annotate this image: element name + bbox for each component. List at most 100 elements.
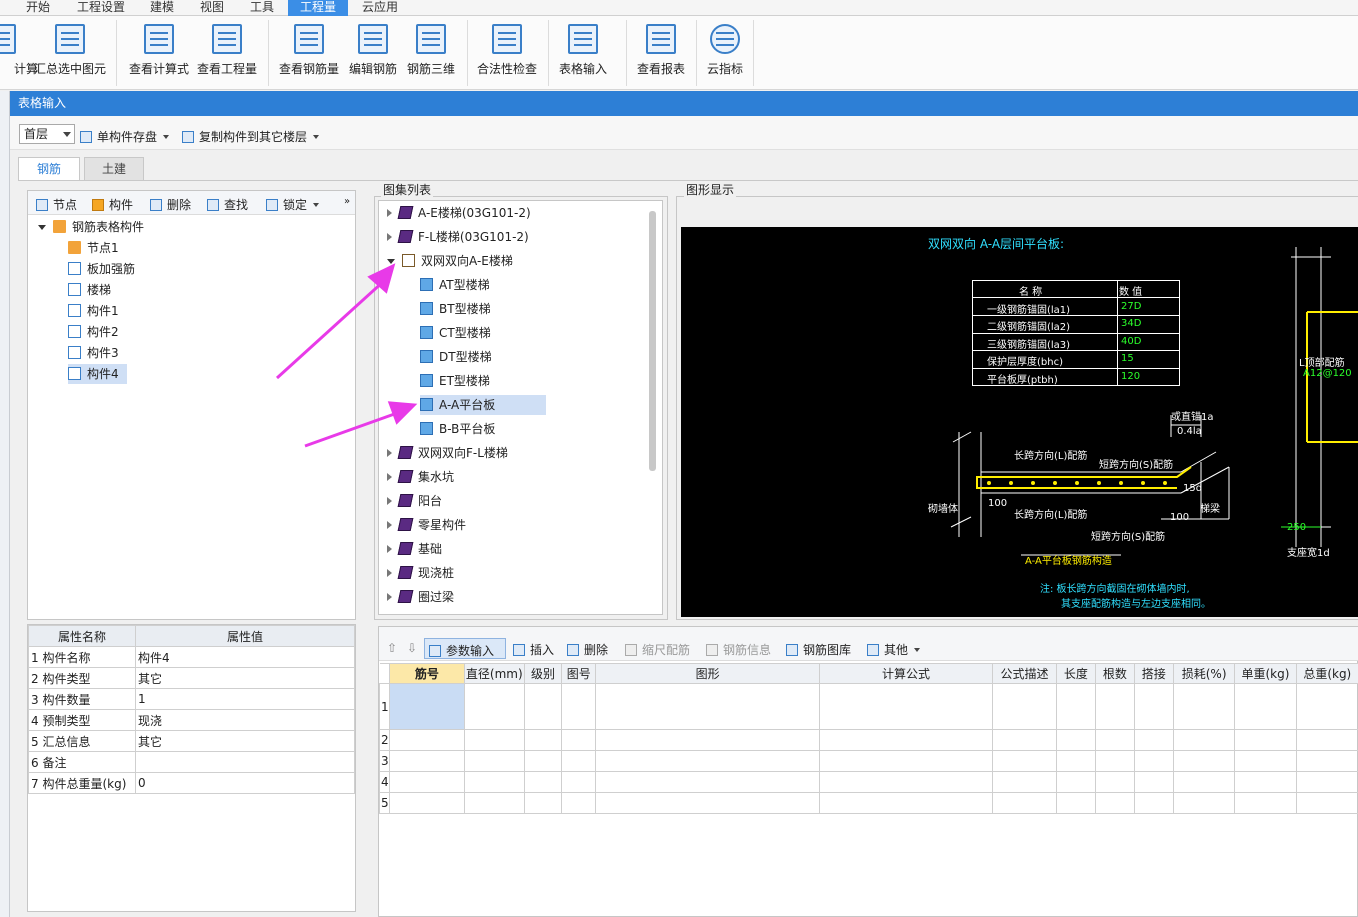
view-rebar-button[interactable]: 查看钢筋量	[272, 22, 346, 86]
grid-cell[interactable]	[1295, 683, 1358, 730]
save-single-button[interactable]: 单构件存盘	[80, 128, 170, 145]
grid-cell[interactable]	[992, 750, 1057, 772]
view-report-button[interactable]: 查看报表	[624, 22, 698, 86]
tree-item[interactable]: 构件4	[68, 364, 127, 384]
atlas-item[interactable]: 阳台	[387, 491, 442, 511]
atlas-item[interactable]: 双网双向F-L楼梯	[387, 443, 508, 463]
expand-icon[interactable]	[387, 233, 392, 241]
add-component-button[interactable]: 构件	[92, 196, 133, 213]
atlas-item[interactable]: 基础	[387, 539, 442, 559]
table-input-button[interactable]: 表格输入	[546, 22, 620, 86]
expand-icon[interactable]	[387, 473, 392, 481]
find-button[interactable]: 查找	[207, 196, 248, 213]
atlas-item[interactable]: A-E楼梯(03G101-2)	[387, 203, 531, 223]
property-row[interactable]: 1 构件名称 构件4	[28, 646, 355, 668]
grid-cell[interactable]	[595, 771, 820, 793]
lock-button[interactable]: 锁定	[266, 196, 320, 213]
grid-cell[interactable]	[1095, 750, 1135, 772]
grid-cell[interactable]	[595, 792, 820, 814]
atlas-item[interactable]: 圈过梁	[387, 587, 454, 607]
expand-icon[interactable]	[387, 569, 392, 577]
grid-cell[interactable]	[818, 792, 994, 814]
grid-cell[interactable]	[992, 729, 1057, 751]
grid-column-header[interactable]: 级别	[523, 663, 563, 684]
grid-cell[interactable]	[1172, 729, 1236, 751]
grid-cell[interactable]	[1095, 729, 1135, 751]
grid-row[interactable]: 2	[379, 729, 1358, 751]
atlas-item[interactable]: BT型楼梯	[420, 299, 491, 319]
tree-item[interactable]: 板加强筋	[68, 259, 143, 279]
grid-cell[interactable]	[1172, 750, 1236, 772]
property-row[interactable]: 3 构件数量 1	[28, 688, 355, 710]
atlas-item[interactable]: ET型楼梯	[420, 371, 490, 391]
insert-button[interactable]: 插入	[513, 641, 554, 658]
grid-column-header[interactable]: 搭接	[1133, 663, 1175, 684]
grid-delete-button[interactable]: 删除	[567, 641, 608, 658]
tab-civil[interactable]: 土建	[84, 157, 144, 181]
view-formula-button[interactable]: 查看计算式	[122, 22, 196, 86]
scale-rebar-button[interactable]: 缩尺配筋	[625, 641, 690, 658]
grid-cell[interactable]	[389, 729, 465, 751]
atlas-item[interactable]: 集水坑	[387, 467, 454, 487]
grid-cell[interactable]	[1295, 771, 1358, 793]
grid-cell[interactable]	[1234, 683, 1297, 730]
expand-icon[interactable]	[387, 497, 392, 505]
property-value[interactable]: 1	[135, 688, 355, 710]
grid-cell[interactable]	[1234, 750, 1297, 772]
grid-cell[interactable]	[1055, 750, 1097, 772]
grid-cell[interactable]	[561, 792, 597, 814]
property-value[interactable]: 构件4	[135, 646, 355, 668]
grid-column-header[interactable]: 直径(mm)	[463, 663, 525, 684]
atlas-item[interactable]: B-B平台板	[420, 419, 495, 439]
grid-cell[interactable]	[1133, 771, 1175, 793]
grid-cell[interactable]	[1055, 729, 1097, 751]
grid-cell[interactable]	[1133, 750, 1175, 772]
property-value[interactable]: 其它	[135, 667, 355, 689]
tree-root[interactable]: 钢筋表格构件	[38, 217, 144, 237]
property-value[interactable]	[135, 751, 355, 773]
delete-button[interactable]: 删除	[150, 196, 191, 213]
grid-cell[interactable]	[463, 792, 525, 814]
property-row[interactable]: 5 汇总信息 其它	[28, 730, 355, 752]
tree-item[interactable]: 构件1	[68, 301, 127, 321]
tree-item[interactable]: 构件3	[68, 343, 127, 363]
grid-cell[interactable]	[523, 771, 563, 793]
grid-cell[interactable]	[1133, 729, 1175, 751]
grid-cell[interactable]	[595, 750, 820, 772]
grid-column-header[interactable]: 根数	[1095, 663, 1135, 684]
menu-cloud[interactable]: 云应用	[356, 0, 404, 16]
menu-project-settings[interactable]: 工程设置	[70, 0, 132, 16]
grid-row[interactable]: 5	[379, 792, 1358, 814]
atlas-scrollbar[interactable]	[649, 211, 656, 471]
property-row[interactable]: 6 备注	[28, 751, 355, 773]
atlas-item[interactable]: DT型楼梯	[420, 347, 492, 367]
grid-cell[interactable]	[1234, 729, 1297, 751]
atlas-item[interactable]: F-L楼梯(03G101-2)	[387, 227, 529, 247]
property-value[interactable]: 0	[135, 772, 355, 794]
grid-cell[interactable]	[1172, 683, 1236, 730]
atlas-item[interactable]: 零星构件	[387, 515, 466, 535]
grid-cell[interactable]	[992, 683, 1057, 730]
grid-cell[interactable]	[523, 792, 563, 814]
grid-cell[interactable]	[992, 792, 1057, 814]
menu-tools[interactable]: 工具	[244, 0, 280, 16]
grid-cell[interactable]	[523, 729, 563, 751]
param-input-button[interactable]: 参数输入	[424, 638, 506, 659]
summarize-selected-button[interactable]: 汇总选中图元	[32, 22, 108, 86]
atlas-item[interactable]: 现浇桩	[387, 563, 454, 583]
grid-cell[interactable]	[818, 771, 994, 793]
grid-cell[interactable]	[1133, 792, 1175, 814]
move-down-icon[interactable]: ⇩	[407, 641, 417, 655]
grid-cell[interactable]	[1095, 771, 1135, 793]
grid-cell[interactable]	[389, 750, 465, 772]
grid-cell[interactable]	[1055, 771, 1097, 793]
atlas-item[interactable]: A-A平台板	[420, 395, 546, 415]
more-icon[interactable]: »	[344, 196, 350, 207]
grid-cell[interactable]	[818, 729, 994, 751]
property-value[interactable]: 其它	[135, 730, 355, 752]
expand-icon[interactable]	[387, 593, 392, 601]
grid-cell[interactable]	[818, 750, 994, 772]
grid-cell[interactable]	[463, 750, 525, 772]
grid-row[interactable]: 1	[379, 683, 1358, 730]
grid-column-header[interactable]: 公式描述	[992, 663, 1057, 684]
